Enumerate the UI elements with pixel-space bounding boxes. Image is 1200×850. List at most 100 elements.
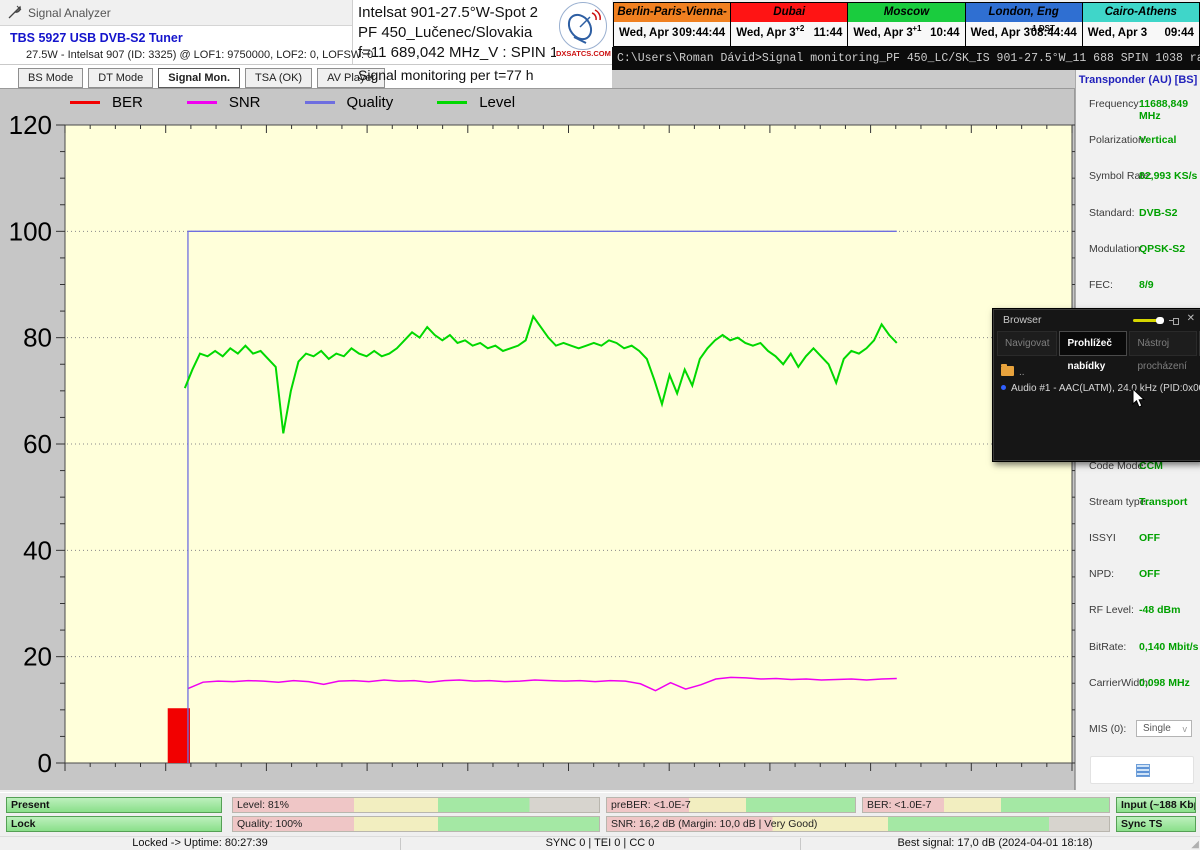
command-prompt[interactable]: C:\Users\Roman Dávid>Signal monitoring_P… [612, 47, 1200, 70]
y-axis-label: 120 [9, 110, 52, 140]
y-axis-label: 60 [23, 429, 52, 459]
audio-stream-item[interactable]: Audio #1 - AAC(LATM), 24.0 kHz (PID:0x00… [1001, 383, 1197, 394]
tab-prohlizec-nabidky[interactable]: Prohlížeč nabídky [1059, 331, 1127, 356]
tab-dt-mode[interactable]: DT Mode [88, 68, 153, 88]
legend-label: SNR [229, 94, 261, 111]
statusbar-best-signal: Best signal: 17,0 dB (2024-04-01 18:18) [800, 837, 1190, 850]
clock-city: Moscow [848, 3, 964, 22]
clock-city: Berlin-Paris-Vienna-Roma [614, 3, 730, 22]
row-frequency: Frequency:11688,849 MHz [1076, 98, 1200, 114]
tab-signal-mon[interactable]: Signal Mon. [158, 68, 240, 88]
row-polarization: Polarization:Vertical [1076, 134, 1200, 150]
present-indicator: Present [6, 797, 222, 813]
mouse-cursor [1132, 388, 1146, 409]
snr-legend-swatch [187, 101, 217, 104]
browser-titlebar[interactable]: Browser ✕ [993, 309, 1200, 331]
tuner-name: TBS 5927 USB DVB-S2 Tuner [10, 31, 183, 45]
window-titlebar[interactable]: Signal Analyzer [0, 0, 352, 26]
clock-date: Wed, Apr 3 [1088, 27, 1147, 39]
spacer [612, 70, 1075, 88]
world-clocks: Berlin-Paris-Vienna-Roma Wed, Apr 3 09:4… [613, 2, 1200, 49]
tab-bs-mode[interactable]: BS Mode [18, 68, 83, 88]
tab-nastroj-prochazeni[interactable]: Nástroj procházení [1129, 331, 1196, 356]
preber-gauge: preBER: <1.0E-7 [606, 797, 856, 813]
legend-item-snr: SNR [187, 94, 261, 111]
signal-analyzer-app: Signal Analyzer TBS 5927 USB DVB-S2 Tune… [0, 0, 1200, 850]
browser-title: Browser [1003, 314, 1042, 326]
clock-moscow: Moscow Wed, Apr 3 +1 10:44 [848, 3, 964, 48]
clock-date: Wed, Apr 3 [853, 27, 912, 39]
browser-tabs: Navigovat Prohlížeč nabídky Nástroj proc… [997, 331, 1200, 356]
statusbar-uptime: Locked -> Uptime: 80:27:39 [0, 837, 400, 850]
legend-label: Quality [347, 94, 394, 111]
clock-offset: +2 [795, 24, 804, 33]
row-npd: NPD:OFF [1076, 568, 1200, 584]
stream-list-button[interactable] [1090, 756, 1194, 784]
chart-legend: BER SNR Quality Level [70, 94, 515, 111]
clock-date: Wed, Apr 3 [736, 27, 795, 39]
signal-chart: 020406080100120 [0, 89, 1075, 791]
signal-chart-panel: 020406080100120 BER SNR Quality Level [0, 88, 1075, 790]
close-icon[interactable]: ✕ [1187, 313, 1195, 324]
dxsatcs-logo: DXSATCS.COM [556, 2, 610, 62]
row-code-mode: Code Mode:CCM [1076, 460, 1200, 476]
clock-time: 08:44:44 [1031, 27, 1077, 39]
quality-legend-swatch [305, 101, 335, 104]
statusbar: Locked -> Uptime: 80:27:39 SYNC 0 | TEI … [0, 836, 1200, 850]
list-icon [1136, 764, 1150, 777]
clock-london: London, Eng Wed, Apr 3 -1 DST 08:44:44 [966, 3, 1082, 48]
snr-gauge: SNR: 16,2 dB (Margin: 10,0 dB | Very Goo… [606, 816, 1110, 832]
y-axis-label: 20 [23, 642, 52, 672]
folder-icon [1001, 366, 1014, 376]
clock-time: 09:44 [1165, 27, 1194, 39]
clock-date: Wed, Apr 3 [619, 27, 678, 39]
level-gauge: Level: 81% [232, 797, 600, 813]
row-fec: FEC:8/9 [1076, 279, 1200, 295]
y-axis-label: 100 [9, 216, 52, 246]
pin-icon[interactable] [1169, 318, 1179, 323]
clock-berlin: Berlin-Paris-Vienna-Roma Wed, Apr 3 09:4… [614, 3, 730, 48]
ber-bar [168, 708, 190, 763]
sidebar-title: Transponder (AU) [BS] [1076, 74, 1200, 86]
logo-text: DXSATCS.COM [556, 49, 610, 58]
row-bitrate: BitRate:0,140 Mbit/s [1076, 641, 1200, 657]
clock-time: 11:44 [814, 27, 843, 39]
legend-item-quality: Quality [305, 94, 394, 111]
row-mis: MIS (0): Singlev [1076, 723, 1200, 739]
logo-circle [559, 2, 607, 50]
row-symbol-rate: Symbol Rate:82,993 KS/s [1076, 170, 1200, 186]
clock-date: Wed, Apr 3 [971, 27, 1030, 39]
window-title: Signal Analyzer [28, 6, 111, 20]
tab-tsa[interactable]: TSA (OK) [245, 68, 312, 88]
sync-ts-indicator: Sync TS [1116, 816, 1196, 832]
y-axis-label: 0 [38, 748, 52, 778]
tab-navigovat[interactable]: Navigovat [997, 331, 1057, 356]
level-legend-swatch [437, 101, 467, 104]
row-rf-level: RF Level:-48 dBm [1076, 604, 1200, 620]
site-title: PF 450_Lučenec/Slovakia [358, 24, 532, 41]
clock-cairo: Cairo-Athens Wed, Apr 3 09:44 [1083, 3, 1199, 48]
app-icon [7, 4, 23, 20]
row-carrier-width: CarrierWidth:0,098 MHz [1076, 677, 1200, 693]
tuner-details: 27.5W - Intelsat 907 (ID: 3325) @ LOF1: … [26, 49, 373, 61]
row-stream-type: Stream type:Transport [1076, 496, 1200, 512]
statusbar-sync: SYNC 0 | TEI 0 | CC 0 [400, 837, 800, 850]
chevron-down-icon: v [1183, 721, 1188, 737]
quality-gauge: Quality: 100% [232, 816, 600, 832]
legend-label: Level [479, 94, 515, 111]
clock-time: 09:44:44 [679, 27, 725, 39]
opacity-slider[interactable] [1133, 319, 1161, 322]
bullet-icon [1001, 385, 1006, 390]
clock-city: Cairo-Athens [1083, 3, 1199, 22]
y-axis-label: 40 [23, 535, 52, 565]
legend-item-ber: BER [70, 94, 143, 111]
slider-knob[interactable] [1156, 317, 1164, 324]
resize-grip[interactable]: ◢ [1191, 839, 1199, 850]
row-standard: Standard:DVB-S2 [1076, 207, 1200, 223]
clock-offset: +1 [912, 24, 921, 33]
row-issyi: ISSYIOFF [1076, 532, 1200, 548]
mis-dropdown[interactable]: Singlev [1136, 720, 1192, 737]
clock-dubai: Dubai Wed, Apr 3 +2 11:44 [731, 3, 847, 48]
mode-tabs: BS Mode DT Mode Signal Mon. TSA (OK) AV … [18, 68, 385, 88]
satellite-title: Intelsat 901-27.5°W-Spot 2 [358, 4, 538, 21]
